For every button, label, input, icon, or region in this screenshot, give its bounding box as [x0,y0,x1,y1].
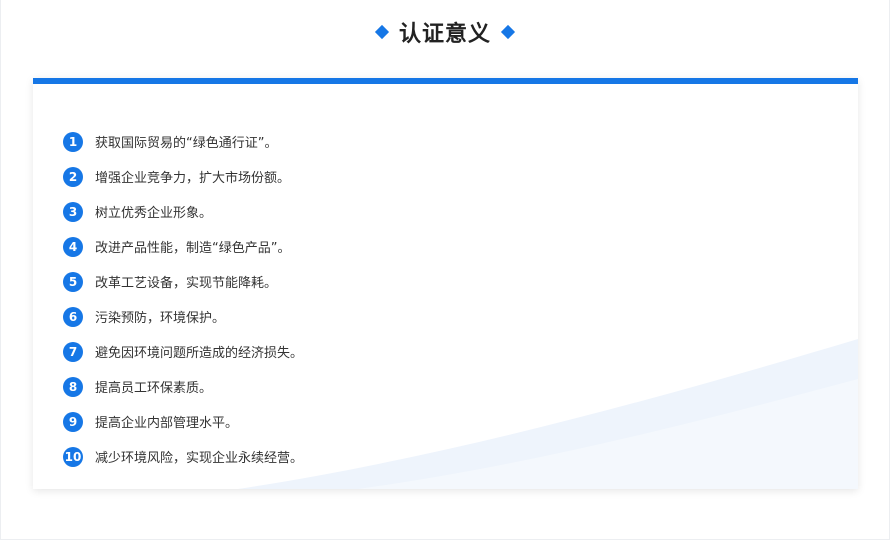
list-item-text: 增强企业竞争力，扩大市场份额。 [95,171,291,186]
list-item-text: 改革工艺设备，实现节能降耗。 [95,276,278,291]
number-badge: 3 [63,201,83,222]
number-badge: 10 [63,446,83,467]
number-badge: 9 [63,411,83,432]
list-item: 6 污染预防，环境保护。 [63,299,303,334]
list-item: 5 改革工艺设备，实现节能降耗。 [63,264,303,299]
page-title: 认证意义 [398,22,491,47]
list-item: 8 提高员工环保素质。 [63,369,303,404]
list-item: 3 树立优秀企业形象。 [63,194,303,229]
number-badge: 1 [63,131,83,152]
list-item: 10 减少环境风险，实现企业永续经营。 [63,439,303,474]
benefit-list: 1 获取国际贸易的“绿色通行证”。 2 增强企业竞争力，扩大市场份额。 3 树立… [63,124,303,474]
list-item: 2 增强企业竞争力，扩大市场份额。 [63,159,303,194]
list-item-text: 提高员工环保素质。 [95,381,213,396]
background-wave-decoration [238,339,858,489]
list-item-text: 提高企业内部管理水平。 [95,416,239,431]
number-badge: 7 [63,341,83,362]
list-item-text: 减少环境风险，实现企业永续经营。 [95,451,304,466]
list-item: 4 改进产品性能，制造“绿色产品”。 [63,229,303,264]
number-badge: 8 [63,376,83,397]
number-badge: 5 [63,271,83,292]
number-badge: 2 [63,166,83,187]
number-badge: 6 [63,306,83,327]
card-accent-bar [33,78,858,84]
list-item: 7 避免因环境问题所造成的经济损失。 [63,334,303,369]
diamond-right-icon [500,24,516,40]
list-item-text: 污染预防，环境保护。 [95,311,226,326]
list-item-text: 改进产品性能，制造“绿色产品”。 [95,241,291,256]
number-badge: 4 [63,236,83,257]
list-item-text: 避免因环境问题所造成的经济损失。 [95,346,304,361]
content-card: 1 获取国际贸易的“绿色通行证”。 2 增强企业竞争力，扩大市场份额。 3 树立… [33,78,858,489]
list-item-text: 树立优秀企业形象。 [95,206,213,221]
list-item: 9 提高企业内部管理水平。 [63,404,303,439]
list-item-text: 获取国际贸易的“绿色通行证”。 [95,136,278,151]
list-item: 1 获取国际贸易的“绿色通行证”。 [63,124,303,159]
page-frame: 认证意义 1 获取国际贸易的“绿色通行证”。 2 增强企业竞争力，扩大市场份额。… [0,0,890,540]
section-header: 认证意义 [1,14,889,50]
diamond-left-icon [374,24,390,40]
